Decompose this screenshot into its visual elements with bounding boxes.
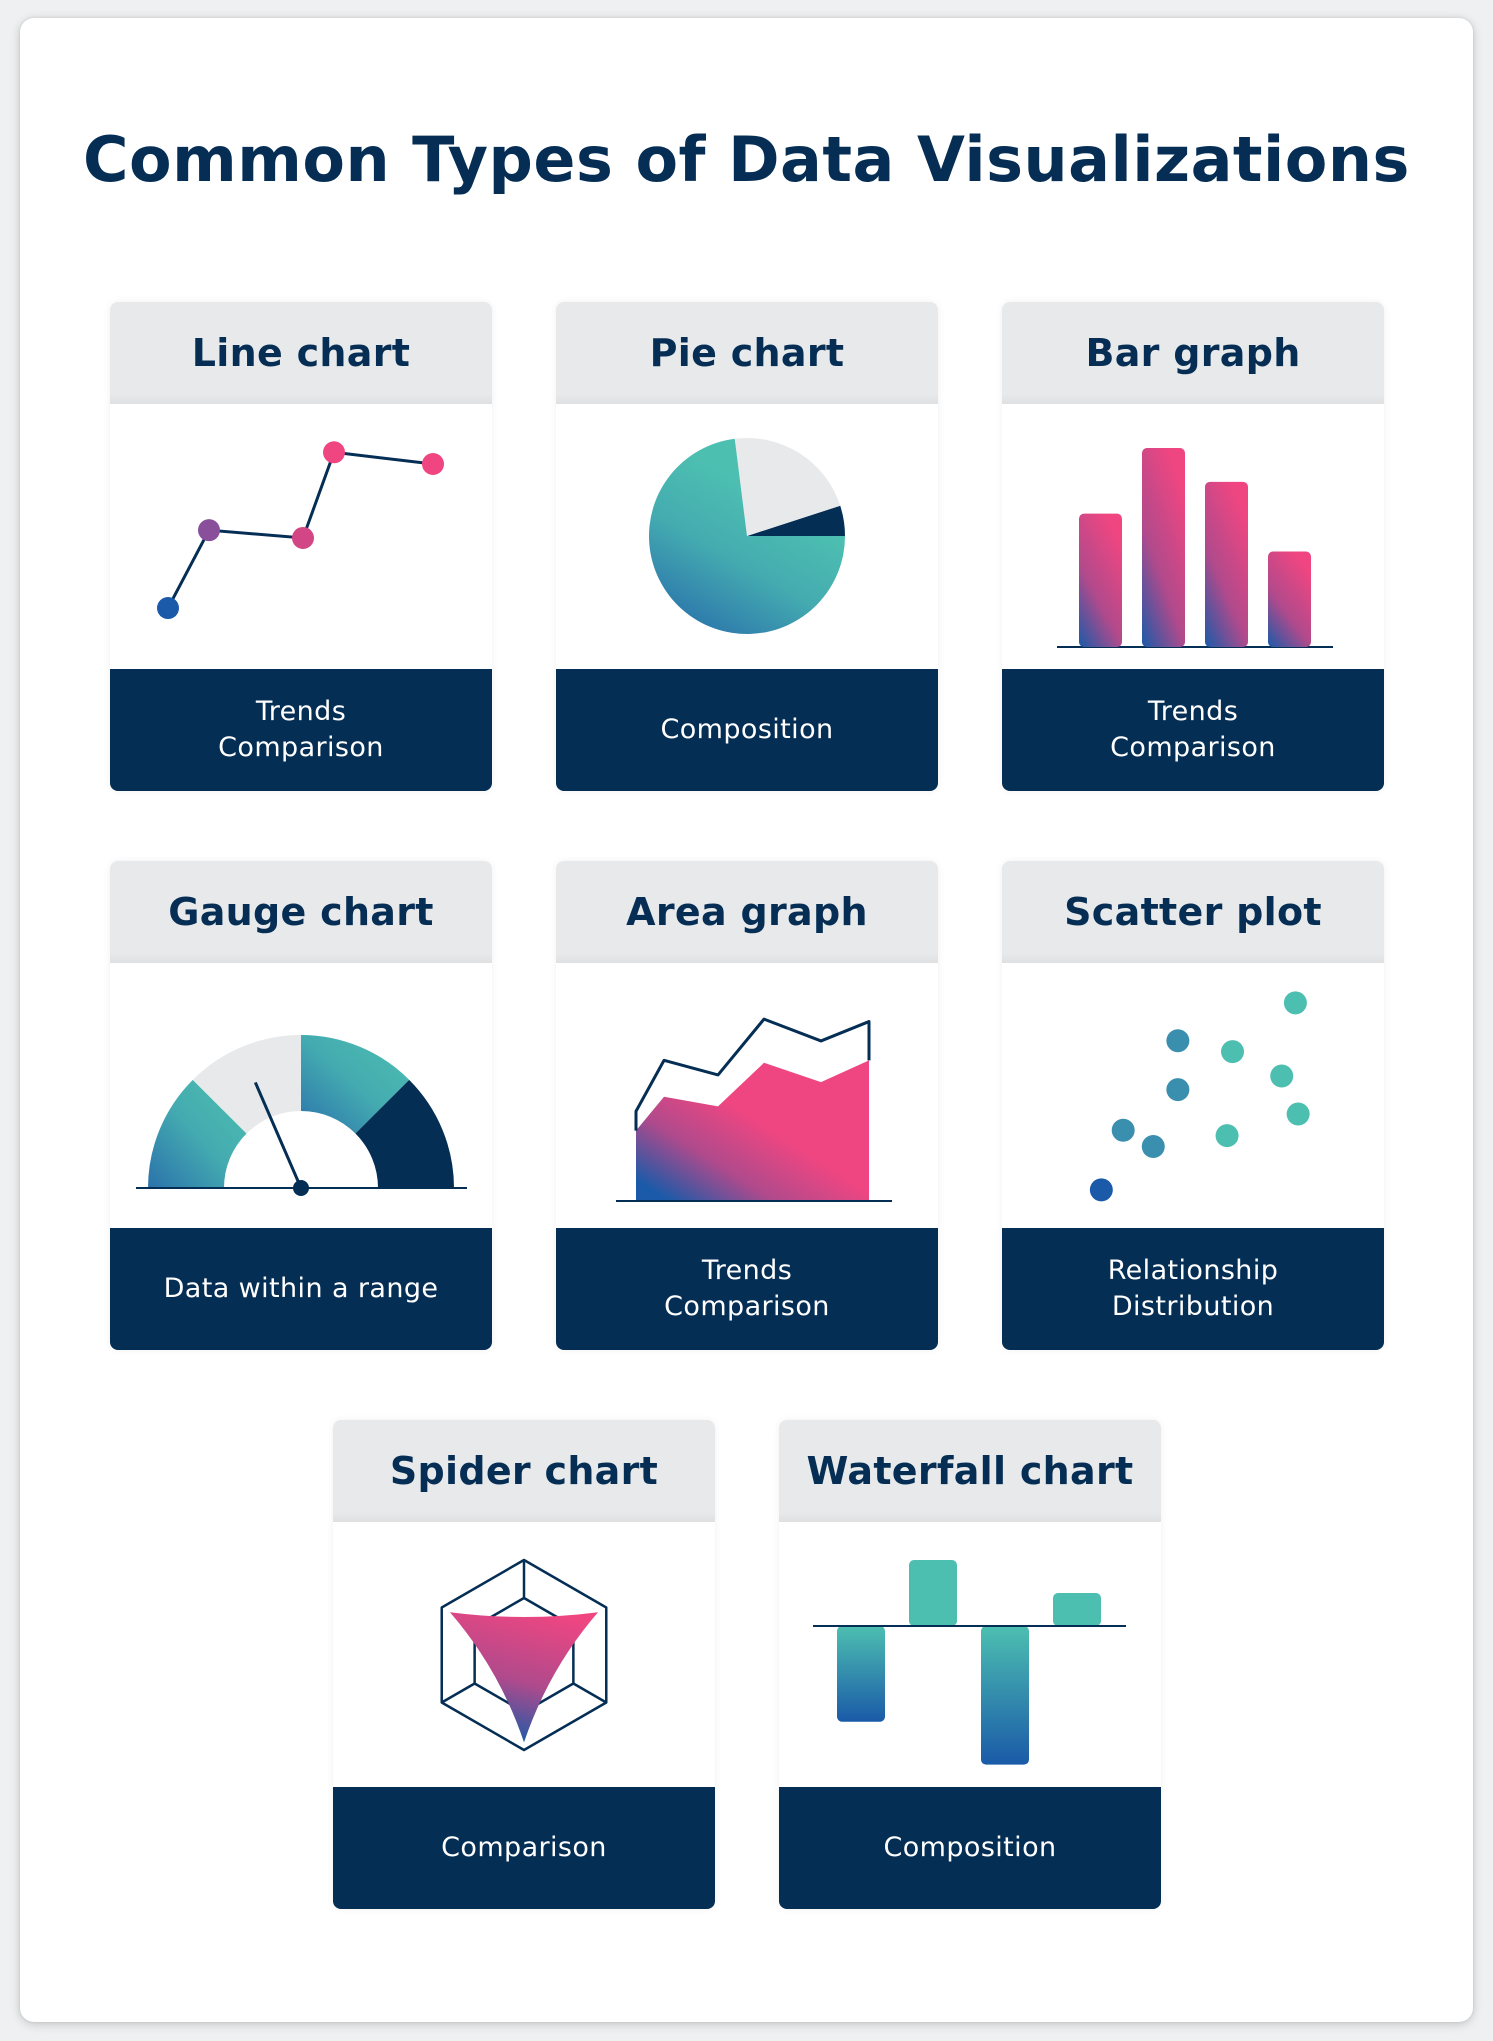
bar-graph-figure (1057, 448, 1333, 648)
card-footer: Composition (779, 1787, 1161, 1909)
scatter-point (1089, 1178, 1113, 1202)
chart-area (333, 1522, 715, 1787)
card-footer: Composition (556, 669, 938, 791)
use-label: Distribution (1111, 1291, 1275, 1322)
bar (1205, 481, 1248, 647)
pie-chart-figure (649, 438, 845, 634)
area-fill (636, 1060, 869, 1201)
waterfall-bar (981, 1626, 1029, 1765)
line-chart-figure (157, 441, 444, 620)
card-footer: Trends Comparison (556, 1228, 938, 1350)
scatter-point (1111, 1118, 1135, 1142)
scatter-point (1215, 1124, 1239, 1148)
card-waterfall-chart: Waterfall chart Composition (779, 1420, 1161, 1909)
card-area-graph: Area graph Trends Comparison (556, 861, 938, 1350)
card-title: Pie chart (649, 331, 845, 375)
card-footer: Comparison (333, 1787, 715, 1909)
card-title: Line chart (191, 331, 411, 375)
spider-chart-figure (440, 1558, 608, 1752)
card-scatter-plot: Scatter plot Relationship Distribution (1002, 861, 1384, 1350)
radar-series-area (449, 1612, 599, 1743)
waterfall-bar (1053, 1593, 1101, 1626)
card-gauge-chart: Gauge chart Data within a range (110, 861, 492, 1350)
use-label: Trends (701, 1255, 793, 1286)
card-header: Line chart (110, 302, 492, 404)
card-title: Spider chart (389, 1449, 659, 1493)
chart-area (556, 963, 938, 1228)
card-bar-graph: Bar graph Trends Comparison (1002, 302, 1384, 791)
radar-spoke (572, 1682, 607, 1704)
card-header: Spider chart (333, 1420, 715, 1522)
card-footer: Trends Comparison (110, 669, 492, 791)
card-spider-chart: Spider chart Comparison (333, 1420, 715, 1909)
gauge-chart-figure (136, 1035, 467, 1196)
chart-area (779, 1522, 1161, 1787)
waterfall-chart-figure (813, 1560, 1126, 1765)
radar-spoke (441, 1682, 476, 1704)
page-title: Common Types of Data Visualizations (83, 123, 1410, 196)
data-point (292, 526, 314, 549)
card-header: Pie chart (556, 302, 938, 404)
card-footer: Relationship Distribution (1002, 1228, 1384, 1350)
chart-area (110, 963, 492, 1228)
chart-area (1002, 963, 1384, 1228)
data-point (157, 597, 179, 620)
data-point (323, 441, 345, 464)
card-header: Waterfall chart (779, 1420, 1161, 1522)
card-header: Area graph (556, 861, 938, 963)
scatter-point (1270, 1064, 1294, 1088)
use-label: Comparison (218, 732, 384, 763)
card-title: Bar graph (1085, 331, 1301, 375)
waterfall-bar (909, 1560, 957, 1626)
use-label: Comparison (664, 1291, 830, 1322)
scatter-point (1141, 1135, 1165, 1159)
card-title: Scatter plot (1064, 890, 1322, 934)
scatter-point (1166, 1078, 1190, 1102)
card-footer: Data within a range (110, 1228, 492, 1350)
scatter-plot-figure (1089, 991, 1310, 1202)
use-label: Data within a range (163, 1273, 439, 1304)
use-label: Trends (255, 696, 347, 727)
scatter-point (1286, 1102, 1310, 1126)
chart-area (1002, 404, 1384, 669)
card-title: Area graph (626, 890, 868, 934)
card-pie-chart: Pie chart Composition (556, 302, 938, 791)
card-title: Waterfall chart (806, 1449, 1134, 1493)
card-header: Gauge chart (110, 861, 492, 963)
bar (1142, 448, 1185, 647)
chart-area (556, 404, 938, 669)
use-label: Comparison (441, 1832, 607, 1863)
card-title: Gauge chart (168, 890, 434, 934)
area-graph-figure (616, 1017, 892, 1202)
chart-area (110, 404, 492, 669)
use-label: Composition (883, 1832, 1057, 1863)
waterfall-bar (837, 1626, 885, 1722)
data-point (198, 519, 220, 542)
card-header: Bar graph (1002, 302, 1384, 404)
bar (1079, 513, 1122, 647)
data-point (422, 452, 444, 475)
gauge-needle-hub (293, 1180, 309, 1196)
use-label: Relationship (1107, 1255, 1279, 1286)
card-footer: Trends Comparison (1002, 669, 1384, 791)
scatter-point (1221, 1040, 1245, 1064)
scatter-point (1166, 1029, 1190, 1053)
card-header: Scatter plot (1002, 861, 1384, 963)
card-line-chart: Line chart Trends Comparison (110, 302, 492, 791)
scatter-point (1283, 991, 1307, 1015)
use-label: Trends (1147, 696, 1239, 727)
use-label: Composition (660, 714, 834, 745)
bar (1268, 551, 1311, 647)
use-label: Comparison (1110, 732, 1276, 763)
